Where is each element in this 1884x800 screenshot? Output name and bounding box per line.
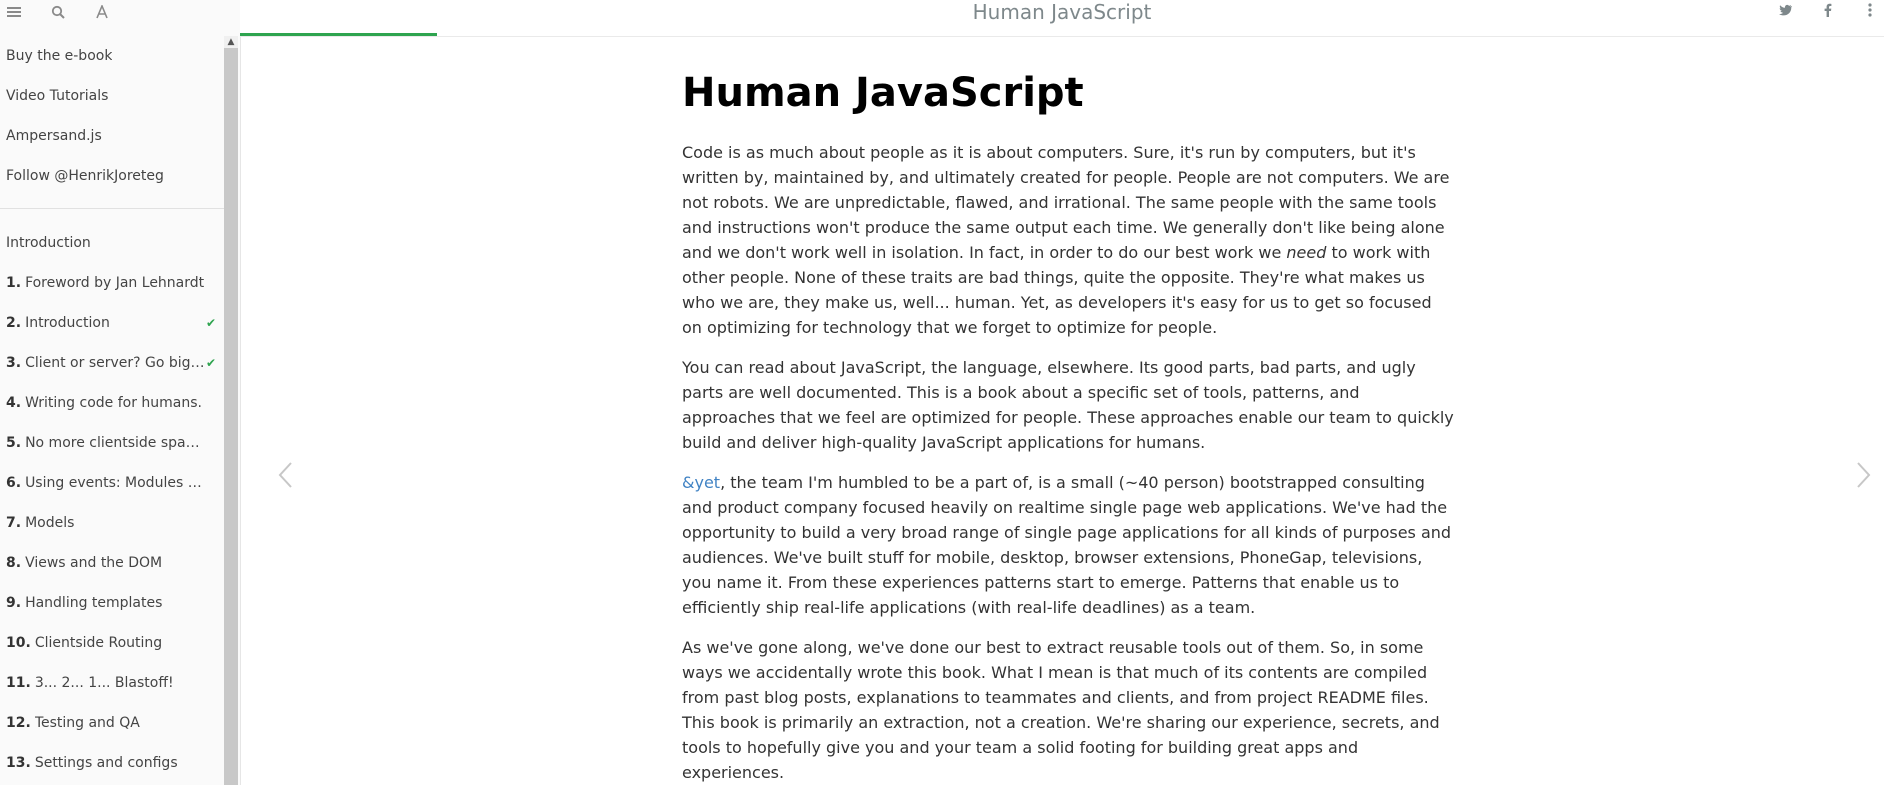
chevron-right-icon bbox=[1857, 462, 1871, 488]
sidebar-link-label: Ampersand.js bbox=[6, 128, 102, 144]
next-page-button[interactable] bbox=[1844, 445, 1884, 505]
chapter-number: 13. bbox=[6, 755, 31, 771]
chapter-label: Settings and configs bbox=[34, 755, 178, 771]
share-icon[interactable] bbox=[1862, 2, 1878, 18]
chapter-item[interactable]: 13. Settings and configs bbox=[0, 743, 224, 783]
chapter-number: 9. bbox=[6, 595, 22, 611]
sidebar-link[interactable]: Ampersand.js bbox=[0, 116, 224, 156]
chapter-label: Testing and QA bbox=[34, 715, 140, 731]
book-header: Human JavaScript bbox=[240, 0, 1884, 37]
page-content: Human JavaScript Code is as much about p… bbox=[682, 60, 1456, 800]
chapter-item[interactable]: 12. Testing and QA bbox=[0, 703, 224, 743]
chapter-number: 3. bbox=[6, 355, 22, 371]
checkmark-icon: ✔ bbox=[205, 356, 216, 370]
checkmark-icon: ✔ bbox=[205, 316, 216, 330]
chapter-item[interactable]: 6. Using events: Modules talk... bbox=[0, 463, 224, 503]
chapter-number: 8. bbox=[6, 555, 22, 571]
sidebar-divider bbox=[0, 208, 224, 209]
font-settings-icon[interactable] bbox=[94, 4, 110, 20]
paragraph-3-text: , the team I'm humbled to be a part of, … bbox=[682, 473, 1452, 617]
chapter-number: 5. bbox=[6, 435, 22, 451]
sidebar-link[interactable]: Video Tutorials bbox=[0, 76, 224, 116]
chapter-number: 7. bbox=[6, 515, 22, 531]
paragraph-2: You can read about JavaScript, the langu… bbox=[682, 358, 1454, 452]
chapter-label: Introduction bbox=[6, 235, 91, 251]
scroll-up-icon[interactable]: ▲ bbox=[224, 36, 238, 48]
social-links bbox=[1778, 2, 1884, 18]
sidebar-toolbar bbox=[0, 0, 240, 24]
chevron-left-icon bbox=[278, 462, 292, 488]
chapter-number: 4. bbox=[6, 395, 22, 411]
sidebar-link-label: Video Tutorials bbox=[6, 88, 109, 104]
chapter-item[interactable]: 8. Views and the DOM bbox=[0, 543, 224, 583]
chapter-label: Views and the DOM bbox=[25, 555, 163, 571]
chapter-label: Models bbox=[25, 515, 75, 531]
sidebar-link-label: Follow @HenrikJoreteg bbox=[6, 168, 164, 184]
chapter-item[interactable]: 7. Models bbox=[0, 503, 224, 543]
reading-progress-bar bbox=[240, 33, 438, 36]
chapter-label: Using events: Modules talk... bbox=[25, 475, 208, 491]
chapter-label: Introduction bbox=[25, 315, 110, 331]
chapter-item[interactable]: 3. Client or server? Go big or ... ✔ bbox=[0, 343, 224, 383]
paragraph-1-emphasis: need bbox=[1286, 243, 1327, 262]
chapter-item[interactable]: 2. Introduction ✔ bbox=[0, 303, 224, 343]
chapter-number: 1. bbox=[6, 275, 22, 291]
chapter-number: 12. bbox=[6, 715, 31, 731]
paragraph-1: Code is as much about people as it is ab… bbox=[682, 140, 1456, 340]
paragraph-4: As we've gone along, we've done our best… bbox=[682, 638, 1440, 782]
chapter-item[interactable]: 11. 3... 2... 1... Blastoff! bbox=[0, 663, 224, 703]
chapter-label: 3... 2... 1... Blastoff! bbox=[34, 675, 174, 691]
chapter-label: Client or server? Go big or ... bbox=[25, 355, 208, 371]
sidebar-link[interactable]: Buy the e-book bbox=[0, 36, 224, 76]
sidebar-link[interactable]: Follow @HenrikJoreteg bbox=[0, 156, 224, 196]
andyet-link[interactable]: &yet bbox=[682, 473, 720, 492]
chapter-number: 2. bbox=[6, 315, 22, 331]
sidebar: Buy the e-book Video Tutorials Ampersand.j… bbox=[0, 0, 241, 785]
chapter-number: 6. bbox=[6, 475, 22, 491]
chapter-label: Writing code for humans. bbox=[25, 395, 203, 411]
chapter-number: 10. bbox=[6, 635, 31, 651]
chapter-number: 11. bbox=[6, 675, 31, 691]
chapter-navigation: Buy the e-book Video Tutorials Ampersand.j… bbox=[0, 36, 224, 785]
chapter-item[interactable]: Introduction bbox=[0, 223, 224, 263]
previous-page-button[interactable] bbox=[265, 445, 305, 505]
menu-icon[interactable] bbox=[6, 4, 22, 20]
chapter-label: No more clientside spaghe... bbox=[25, 435, 208, 451]
paragraph-3: &yet, the team I'm humbled to be a part … bbox=[682, 470, 1456, 620]
chapter-label: Clientside Routing bbox=[34, 635, 163, 651]
sidebar-scrollbar[interactable] bbox=[224, 36, 238, 785]
sidebar-link-label: Buy the e-book bbox=[6, 48, 113, 64]
chapter-item[interactable]: 5. No more clientside spaghe... bbox=[0, 423, 224, 463]
chapter-item[interactable]: 1. Foreword by Jan Lehnardt bbox=[0, 263, 224, 303]
chapter-label: Handling templates bbox=[25, 595, 163, 611]
chapter-label: Foreword by Jan Lehnardt bbox=[25, 275, 205, 291]
chapter-item[interactable]: 9. Handling templates bbox=[0, 583, 224, 623]
page-title: Human JavaScript bbox=[682, 70, 1084, 116]
book-title: Human JavaScript bbox=[972, 0, 1152, 24]
twitter-icon[interactable] bbox=[1778, 2, 1794, 18]
chapter-item[interactable]: 4. Writing code for humans. bbox=[0, 383, 224, 423]
facebook-icon[interactable] bbox=[1820, 2, 1836, 18]
search-icon[interactable] bbox=[50, 4, 66, 20]
chapter-item[interactable]: 10. Clientside Routing bbox=[0, 623, 224, 663]
